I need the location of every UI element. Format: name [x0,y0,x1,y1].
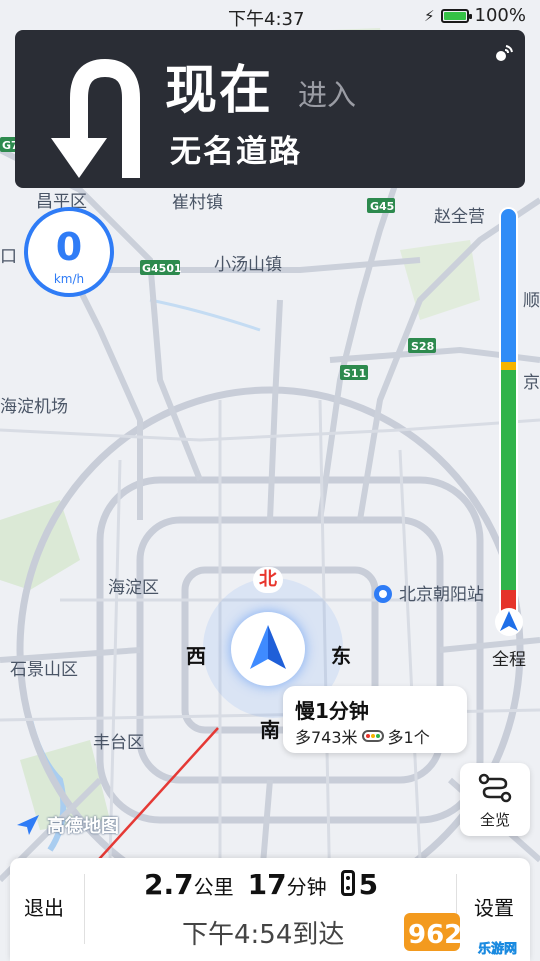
status-right: ⚡ 100% [424,5,526,26]
traffic-progress-bar [499,207,518,625]
svg-text:乐游网: 乐游网 [478,941,517,957]
speedometer: 0 km/h [24,207,114,297]
guidance-panel[interactable]: 现在 进入 无名道路 [15,30,525,188]
traffic-segment-clear [501,209,516,363]
road-name: 无名道路 [170,134,302,170]
map-label-shun: 顺 [523,291,540,311]
speed-value: 0 [55,225,83,269]
shield-s28: S28 [411,340,434,353]
map-label-fengtai: 丰台区 [93,733,144,753]
lights-count: 5 [358,868,379,901]
logo-text: 高德地图 [47,816,119,837]
route-overview-icon [478,773,512,803]
map-label-zhaoquanying: 赵全营 [434,207,485,227]
speed-unit: km/h [53,272,85,286]
traffic-segment-smooth [501,370,516,590]
instruction-time: 现在 [165,61,274,121]
map-label-haidian-airport: 海淀机场 [0,397,68,417]
map-label-kou: 口 [0,247,17,267]
alternative-route-bubble[interactable]: 慢1分钟 多743米 多1个 [283,686,467,753]
compass-east: 东 [331,644,351,668]
remaining-time: 17 [247,868,287,901]
trip-summary: 2.7 公里 17 分钟 5 [144,868,378,901]
time-unit: 分钟 [286,875,327,899]
distance-unit: 公里 [193,875,234,899]
u-turn-icon [51,58,140,178]
amap-logo: 高德地图 [15,812,119,838]
full-route-button[interactable]: 全程 [484,607,534,670]
compass-south: 南 [260,718,280,742]
charging-icon: ⚡ [423,6,435,25]
status-bar: 下午4:37 ⚡ 100% [0,0,540,30]
shield-g45: G45 [370,200,394,213]
alt-lights-diff: 多1个 [387,728,430,747]
route-arrow-icon [495,608,523,636]
instruction-action: 进入 [298,78,357,112]
full-route-label: 全程 [492,650,526,670]
battery-icon [440,8,472,23]
map-label-shijingshan: 石景山区 [10,660,78,680]
map-label-cuicun: 崔村镇 [172,193,223,213]
compass-north: 北 [253,567,283,593]
traffic-segment-slow [501,362,516,371]
car-position-marker [231,612,305,686]
map-label-jing: 京 [523,373,540,393]
satellite-icon[interactable] [493,42,515,64]
navigation-arrow-icon [250,625,286,669]
overview-label: 全览 [479,811,510,829]
shield-s11: S11 [343,367,366,380]
amap-logo-icon [17,815,39,835]
remaining-lights: 5 [340,868,379,901]
traffic-light-icon [340,870,355,896]
shield-g4501: G4501 [142,262,182,275]
alt-route-detail: 多743米 多1个 [295,724,430,748]
compass-west: 西 [186,644,206,668]
exit-button[interactable]: 退出 [10,858,84,961]
map-label-xiaotangshan: 小汤山镇 [214,255,282,275]
alt-distance-diff: 多743米 [295,728,358,747]
divider [84,874,85,944]
traffic-light-icon [361,730,384,742]
map-label-beijing-chaoyang: 北京朝阳站 [399,585,484,605]
exit-label: 退出 [24,896,64,920]
arrival-time: 下午4:54到达 [182,920,345,950]
remaining-distance: 2.7 [144,868,194,901]
overview-button[interactable]: 全览 [460,763,530,836]
watermark-logo: 962.NET 乐游网 [404,913,530,957]
map-label-haidian: 海淀区 [108,578,159,598]
battery-percent: 100% [474,5,526,26]
alt-route-title: 慢1分钟 [295,699,369,723]
status-time: 下午4:37 [228,9,305,30]
